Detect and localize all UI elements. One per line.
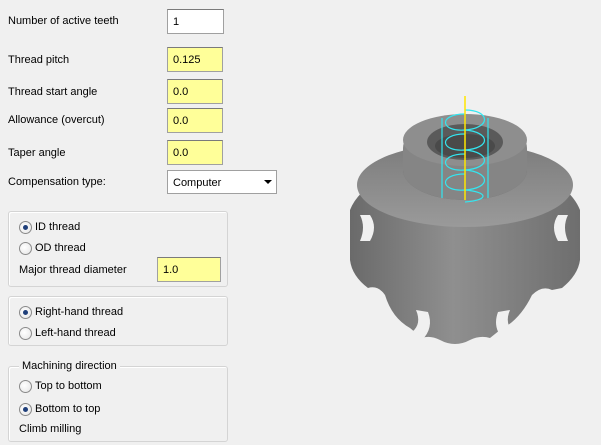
major-diameter-label: Major thread diameter: [19, 264, 127, 276]
compensation-type-select[interactable]: Computer: [167, 170, 277, 194]
machining-direction-title: Machining direction: [19, 359, 120, 373]
major-diameter-input[interactable]: 1.0: [157, 257, 221, 282]
dropdown-arrow-icon[interactable]: [264, 180, 272, 184]
radio-button-icon[interactable]: [19, 403, 32, 416]
taper-angle-label: Taper angle: [8, 147, 66, 159]
thread-start-angle-label: Thread start angle: [8, 86, 98, 98]
thread-start-angle-input[interactable]: 0.0: [167, 79, 223, 104]
active-teeth-label: Number of active teeth: [8, 15, 119, 27]
radio-button-icon[interactable]: [19, 306, 32, 319]
climb-milling-label: Climb milling: [19, 423, 82, 435]
part-preview: [350, 96, 580, 344]
allowance-label: Allowance (overcut): [8, 114, 105, 126]
thread-pitch-input[interactable]: 0.125: [167, 47, 223, 72]
id-thread-label: ID thread: [35, 221, 81, 233]
compensation-type-label: Compensation type:: [8, 176, 106, 188]
radio-button-icon[interactable]: [19, 327, 32, 340]
taper-angle-input[interactable]: 0.0: [167, 140, 223, 165]
radio-button-icon[interactable]: [19, 221, 32, 234]
left-hand-label: Left-hand thread: [35, 327, 116, 339]
top-to-bottom-label: Top to bottom: [35, 380, 102, 392]
bottom-to-top-label: Bottom to top: [35, 403, 101, 415]
od-thread-label: OD thread: [35, 242, 86, 254]
thread-pitch-label: Thread pitch: [8, 54, 70, 66]
radio-button-icon[interactable]: [19, 242, 32, 255]
allowance-input[interactable]: 0.0: [167, 108, 223, 133]
active-teeth-input[interactable]: 1: [167, 9, 224, 34]
radio-button-icon[interactable]: [19, 380, 32, 393]
compensation-type-value: Computer: [173, 177, 222, 189]
right-hand-label: Right-hand thread: [35, 306, 124, 318]
